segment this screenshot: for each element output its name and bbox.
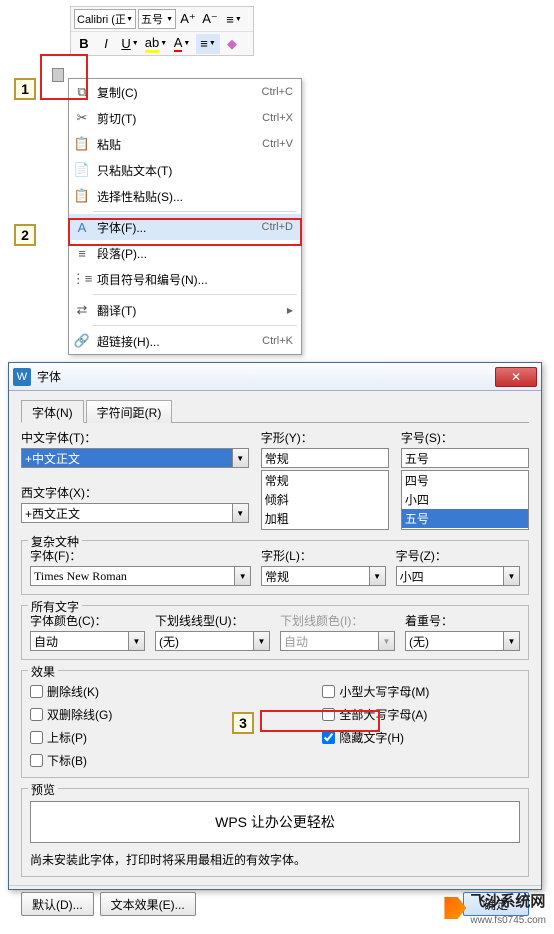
decrease-font-button[interactable]: A⁻ — [200, 9, 220, 29]
step-marker-1: 1 — [14, 78, 36, 100]
complex-style-label: 字形(L)： — [261, 547, 385, 564]
text-effect-button[interactable]: 文本效果(E)... — [100, 892, 196, 916]
emphasis-label: 着重号： — [405, 612, 520, 629]
line-spacing-button[interactable]: ≡▼ — [222, 9, 246, 29]
separator — [93, 325, 297, 326]
size-listbox[interactable]: 四号 小四 五号 — [401, 470, 529, 530]
align-button[interactable]: ≡▼ — [196, 34, 220, 54]
all-caps-checkbox[interactable]: 全部大写字母(A) — [322, 706, 429, 723]
menu-paste-text[interactable]: 📄只粘贴文本(T) — [69, 157, 301, 183]
style-listbox[interactable]: 常规 倾斜 加粗 — [261, 470, 389, 530]
menu-paste[interactable]: 📋粘贴Ctrl+V — [69, 131, 301, 157]
bullets-icon: ⋮≡ — [73, 270, 91, 288]
font-size-combo[interactable]: 五号▼ — [138, 9, 176, 29]
list-item[interactable]: 小四 — [402, 490, 528, 509]
highlight-button[interactable]: ab▼ — [144, 34, 168, 54]
italic-button[interactable]: I — [96, 34, 116, 54]
menu-font[interactable]: A字体(F)...Ctrl+D — [69, 214, 301, 240]
strike-checkbox[interactable]: 删除线(K) — [30, 683, 112, 700]
complex-style-combo[interactable]: 常规▼ — [261, 566, 385, 586]
menu-cut[interactable]: ✂剪切(T)Ctrl+X — [69, 105, 301, 131]
increase-font-button[interactable]: A⁺ — [178, 9, 198, 29]
complex-fieldset: 复杂文种 字体(F)： Times New Roman▼ 字形(L)： 常规▼ … — [21, 540, 529, 595]
tab-spacing[interactable]: 字符间距(R) — [86, 400, 173, 423]
paste-text-icon: 📄 — [73, 161, 91, 179]
watermark-logo-icon — [444, 897, 466, 919]
list-item[interactable]: 五号 — [402, 509, 528, 528]
complex-size-label: 字号(Z)： — [396, 547, 520, 564]
cn-font-combo[interactable]: +中文正文▼ — [21, 448, 249, 468]
style-input[interactable]: 常规 — [261, 448, 389, 468]
preview-fieldset: 预览 WPS 让办公更轻松 尚未安装此字体，打印时将采用最相近的有效字体。 — [21, 788, 529, 877]
font-color-combo[interactable]: 自动▼ — [30, 631, 145, 651]
font-name-combo[interactable]: Calibri (正▼ — [74, 9, 136, 29]
format-painter-button[interactable]: ◆ — [222, 34, 242, 54]
underline-button[interactable]: U▼ — [118, 34, 142, 54]
menu-paragraph[interactable]: ≡段落(P)... — [69, 240, 301, 266]
menu-bullets[interactable]: ⋮≡项目符号和编号(N)... — [69, 266, 301, 292]
list-item[interactable]: 倾斜 — [262, 490, 388, 509]
context-menu: ⧉复制(C)Ctrl+C ✂剪切(T)Ctrl+X 📋粘贴Ctrl+V 📄只粘贴… — [68, 78, 302, 355]
underline-style-combo[interactable]: (无)▼ — [155, 631, 270, 651]
list-item[interactable]: 加粗 — [262, 509, 388, 528]
list-item[interactable]: 四号 — [402, 471, 528, 490]
west-font-label: 西文字体(X)： — [21, 484, 249, 501]
underline-color-combo: 自动▼ — [280, 631, 395, 651]
default-button[interactable]: 默认(D)... — [21, 892, 94, 916]
menu-translate[interactable]: ⇄翻译(T)▶ — [69, 297, 301, 323]
tab-strip: 字体(N) 字符间距(R) — [21, 399, 529, 423]
menu-copy[interactable]: ⧉复制(C)Ctrl+C — [69, 79, 301, 105]
all-text-fieldset: 所有文字 字体颜色(C)：自动▼ 下划线线型(U)：(无)▼ 下划线颜色(I)：… — [21, 605, 529, 660]
superscript-checkbox[interactable]: 上标(P) — [30, 729, 112, 746]
step-marker-2: 2 — [14, 224, 36, 246]
menu-hyperlink[interactable]: 🔗超链接(H)...Ctrl+K — [69, 328, 301, 354]
small-caps-checkbox[interactable]: 小型大写字母(M) — [322, 683, 429, 700]
style-label: 字形(Y)： — [261, 429, 389, 446]
emphasis-combo[interactable]: (无)▼ — [405, 631, 520, 651]
ul-color-label: 下划线颜色(I)： — [280, 612, 395, 629]
subscript-checkbox[interactable]: 下标(B) — [30, 752, 112, 769]
paragraph-icon: ≡ — [73, 244, 91, 262]
menu-paste-special[interactable]: 📋选择性粘贴(S)... — [69, 183, 301, 209]
submenu-arrow-icon: ▶ — [287, 306, 293, 315]
bold-button[interactable]: B — [74, 34, 94, 54]
translate-icon: ⇄ — [73, 301, 91, 319]
font-dialog: W 字体 ✕ 字体(N) 字符间距(R) 中文字体(T)： +中文正文▼ 西文字… — [8, 362, 542, 890]
paste-special-icon: 📋 — [73, 187, 91, 205]
font-note: 尚未安装此字体，打印时将采用最相近的有效字体。 — [30, 851, 520, 868]
hidden-text-checkbox[interactable]: 隐藏文字(H) — [322, 729, 429, 746]
separator — [93, 294, 297, 295]
ul-style-label: 下划线线型(U)： — [155, 612, 270, 629]
dialog-title: 字体 — [37, 368, 495, 385]
cn-font-label: 中文字体(T)： — [21, 429, 249, 446]
font-icon: A — [73, 218, 91, 236]
text-selection-handle[interactable] — [52, 68, 64, 82]
mini-toolbar: Calibri (正▼ 五号▼ A⁺ A⁻ ≡▼ B I U▼ ab▼ A▼ ≡… — [70, 6, 254, 56]
preview-text: WPS 让办公更轻松 — [30, 801, 520, 843]
step-marker-3: 3 — [232, 712, 254, 734]
separator — [93, 211, 297, 212]
copy-icon: ⧉ — [73, 83, 91, 101]
paste-icon: 📋 — [73, 135, 91, 153]
app-icon: W — [13, 368, 31, 386]
complex-font-combo[interactable]: Times New Roman▼ — [30, 566, 251, 586]
double-strike-checkbox[interactable]: 双删除线(G) — [30, 706, 112, 723]
font-color-button[interactable]: A▼ — [170, 34, 194, 54]
size-input[interactable]: 五号 — [401, 448, 529, 468]
size-label: 字号(S)： — [401, 429, 529, 446]
close-button[interactable]: ✕ — [495, 367, 537, 387]
link-icon: 🔗 — [73, 332, 91, 350]
cut-icon: ✂ — [73, 109, 91, 127]
titlebar[interactable]: W 字体 ✕ — [9, 363, 541, 391]
tab-font[interactable]: 字体(N) — [21, 400, 84, 423]
complex-size-combo[interactable]: 小四▼ — [396, 566, 520, 586]
west-font-combo[interactable]: +西文正文▼ — [21, 503, 249, 523]
effects-fieldset: 效果 删除线(K) 双删除线(G) 上标(P) 下标(B) 小型大写字母(M) … — [21, 670, 529, 778]
list-item[interactable]: 常规 — [262, 471, 388, 490]
watermark: 飞沙系统网www.fs0745.com — [444, 890, 546, 926]
